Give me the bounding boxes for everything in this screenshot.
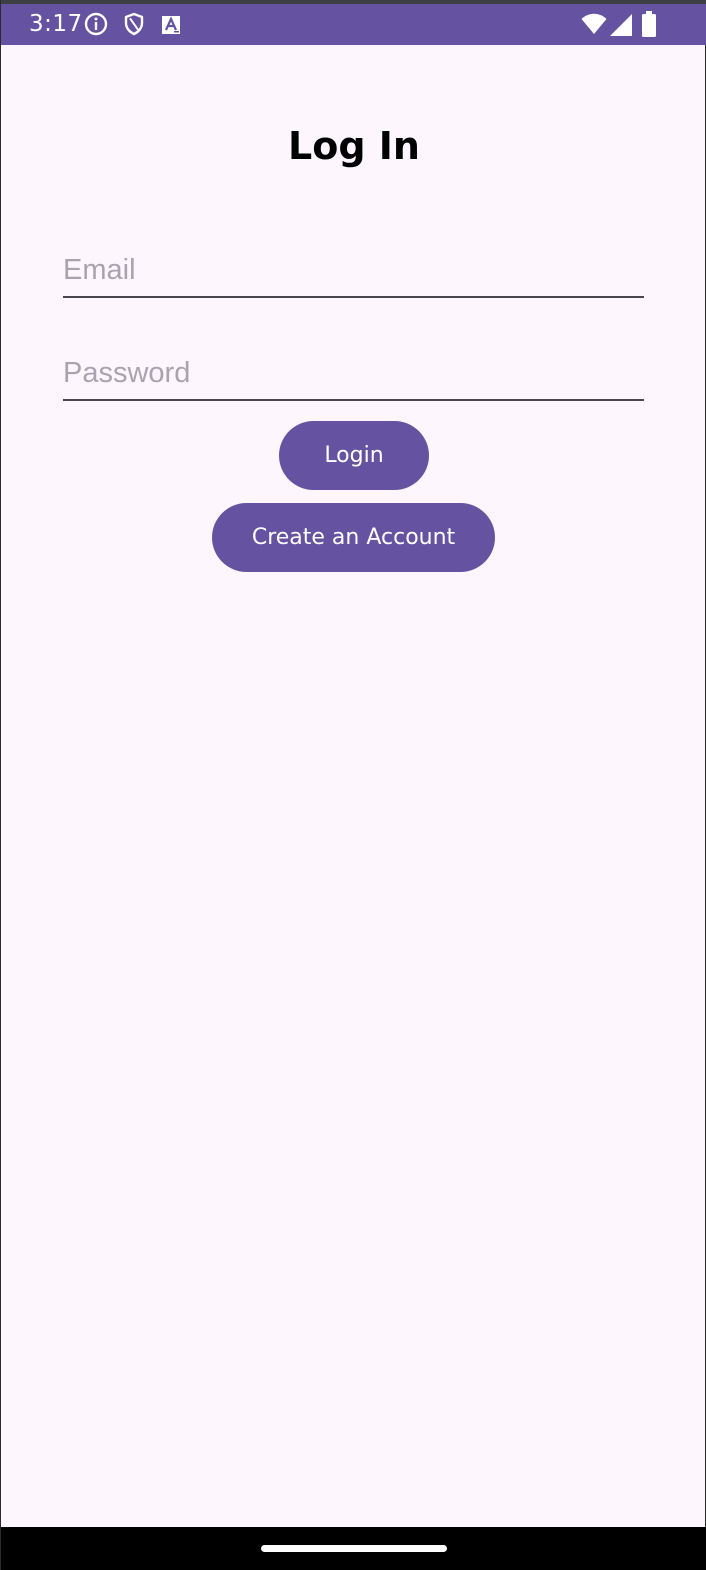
status-time: 3:17 [29, 11, 83, 37]
navigation-bar [1, 1527, 706, 1570]
create-account-button-label: Create an Account [251, 525, 456, 550]
password-field [63, 347, 644, 401]
login-button[interactable]: Login [279, 421, 429, 490]
login-button-label: Login [324, 443, 384, 468]
info-icon [84, 12, 108, 40]
email-input[interactable] [63, 244, 644, 296]
create-account-button[interactable]: Create an Account [212, 503, 495, 572]
email-field [63, 244, 644, 298]
status-bar: 3:17 [1, 0, 706, 45]
battery-icon [642, 11, 656, 41]
app-screen: 3:17 Log In Email Login Create an Accoun… [0, 0, 706, 1570]
cell-signal-icon [610, 14, 632, 40]
wifi-icon [581, 13, 607, 39]
home-gesture-handle[interactable] [261, 1545, 447, 1552]
page-title: Log In [288, 124, 420, 168]
password-input[interactable] [63, 347, 644, 399]
shield-icon [122, 12, 146, 40]
text-a-icon [161, 15, 181, 39]
